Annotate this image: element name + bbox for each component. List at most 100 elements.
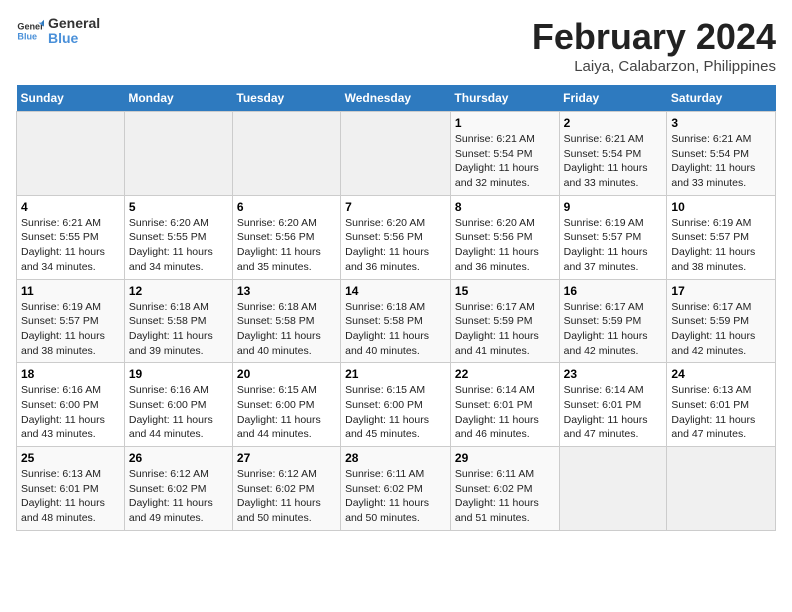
day-number: 28 (345, 451, 446, 465)
calendar-cell: 13 Sunrise: 6:18 AM Sunset: 5:58 PM Dayli… (232, 279, 340, 363)
calendar-cell: 12 Sunrise: 6:18 AM Sunset: 5:58 PM Dayli… (124, 279, 232, 363)
calendar-cell: 2 Sunrise: 6:21 AM Sunset: 5:54 PM Daylig… (559, 112, 667, 196)
calendar-cell (124, 112, 232, 196)
day-info: Sunrise: 6:12 AM Sunset: 6:02 PM Dayligh… (129, 467, 228, 526)
calendar-cell: 15 Sunrise: 6:17 AM Sunset: 5:59 PM Dayli… (450, 279, 559, 363)
day-number: 27 (237, 451, 336, 465)
calendar-cell: 20 Sunrise: 6:15 AM Sunset: 6:00 PM Dayli… (232, 363, 340, 447)
day-info: Sunrise: 6:17 AM Sunset: 5:59 PM Dayligh… (671, 300, 771, 359)
logo: General Blue General Blue (16, 16, 100, 47)
subtitle: Laiya, Calabarzon, Philippines (532, 58, 776, 75)
calendar-cell: 5 Sunrise: 6:20 AM Sunset: 5:55 PM Daylig… (124, 195, 232, 279)
day-number: 17 (671, 284, 771, 298)
day-header-wednesday: Wednesday (341, 85, 451, 112)
logo-icon: General Blue (16, 17, 44, 45)
day-info: Sunrise: 6:16 AM Sunset: 6:00 PM Dayligh… (21, 383, 120, 442)
day-number: 13 (237, 284, 336, 298)
day-info: Sunrise: 6:20 AM Sunset: 5:56 PM Dayligh… (237, 216, 336, 275)
calendar-table: SundayMondayTuesdayWednesdayThursdayFrid… (16, 85, 776, 531)
day-number: 29 (455, 451, 555, 465)
day-number: 18 (21, 367, 120, 381)
day-info: Sunrise: 6:13 AM Sunset: 6:01 PM Dayligh… (671, 383, 771, 442)
day-number: 5 (129, 200, 228, 214)
calendar-cell (559, 447, 667, 531)
calendar-cell: 14 Sunrise: 6:18 AM Sunset: 5:58 PM Dayli… (341, 279, 451, 363)
day-info: Sunrise: 6:18 AM Sunset: 5:58 PM Dayligh… (237, 300, 336, 359)
header-row: SundayMondayTuesdayWednesdayThursdayFrid… (17, 85, 776, 112)
day-info: Sunrise: 6:19 AM Sunset: 5:57 PM Dayligh… (671, 216, 771, 275)
day-number: 12 (129, 284, 228, 298)
week-row-4: 18 Sunrise: 6:16 AM Sunset: 6:00 PM Dayli… (17, 363, 776, 447)
calendar-cell: 23 Sunrise: 6:14 AM Sunset: 6:01 PM Dayli… (559, 363, 667, 447)
day-info: Sunrise: 6:20 AM Sunset: 5:56 PM Dayligh… (455, 216, 555, 275)
calendar-cell: 25 Sunrise: 6:13 AM Sunset: 6:01 PM Dayli… (17, 447, 125, 531)
logo-line2: Blue (48, 31, 100, 46)
calendar-cell: 9 Sunrise: 6:19 AM Sunset: 5:57 PM Daylig… (559, 195, 667, 279)
calendar-cell: 1Sunrise: 6:21 AM Sunset: 5:54 PM Daylig… (450, 112, 559, 196)
week-row-1: 1 Sunrise: 6:21 AM Sunset: 5:54 PM Daylig… (17, 112, 776, 196)
day-number: 23 (564, 367, 663, 381)
day-info: Sunrise: 6:12 AM Sunset: 6:02 PM Dayligh… (237, 467, 336, 526)
calendar-cell (341, 112, 451, 196)
day-number: 16 (564, 284, 663, 298)
day-header-saturday: Saturday (667, 85, 776, 112)
day-number: 3 (671, 116, 771, 130)
day-number: 1 (455, 116, 555, 130)
day-info: Sunrise: 6:21 AM Sunset: 5:54 PM Dayligh… (564, 132, 663, 191)
calendar-cell: 4Sunrise: 6:21 AM Sunset: 5:55 PM Daylig… (17, 195, 125, 279)
header: General Blue General Blue February 2024 … (16, 16, 776, 75)
day-number: 11 (21, 284, 120, 298)
week-row-3: 11Sunrise: 6:19 AM Sunset: 5:57 PM Dayli… (17, 279, 776, 363)
title-area: February 2024 Laiya, Calabarzon, Philipp… (532, 16, 776, 75)
svg-text:Blue: Blue (17, 32, 37, 42)
calendar-cell: 26 Sunrise: 6:12 AM Sunset: 6:02 PM Dayli… (124, 447, 232, 531)
calendar-cell: 6Sunrise: 6:20 AM Sunset: 5:56 PM Daylig… (232, 195, 340, 279)
day-info: Sunrise: 6:17 AM Sunset: 5:59 PM Dayligh… (455, 300, 555, 359)
week-row-5: 25 Sunrise: 6:13 AM Sunset: 6:01 PM Dayli… (17, 447, 776, 531)
main-title: February 2024 (532, 16, 776, 58)
day-info: Sunrise: 6:17 AM Sunset: 5:59 PM Dayligh… (564, 300, 663, 359)
day-info: Sunrise: 6:13 AM Sunset: 6:01 PM Dayligh… (21, 467, 120, 526)
day-info: Sunrise: 6:15 AM Sunset: 6:00 PM Dayligh… (345, 383, 446, 442)
calendar-cell: 7 Sunrise: 6:20 AM Sunset: 5:56 PM Daylig… (341, 195, 451, 279)
day-header-monday: Monday (124, 85, 232, 112)
day-header-tuesday: Tuesday (232, 85, 340, 112)
day-info: Sunrise: 6:15 AM Sunset: 6:00 PM Dayligh… (237, 383, 336, 442)
day-header-thursday: Thursday (450, 85, 559, 112)
week-row-2: 4Sunrise: 6:21 AM Sunset: 5:55 PM Daylig… (17, 195, 776, 279)
day-number: 26 (129, 451, 228, 465)
day-number: 2 (564, 116, 663, 130)
day-number: 8 (455, 200, 555, 214)
day-number: 25 (21, 451, 120, 465)
day-info: Sunrise: 6:11 AM Sunset: 6:02 PM Dayligh… (345, 467, 446, 526)
calendar-cell: 18 Sunrise: 6:16 AM Sunset: 6:00 PM Dayli… (17, 363, 125, 447)
day-info: Sunrise: 6:20 AM Sunset: 5:56 PM Dayligh… (345, 216, 446, 275)
day-number: 22 (455, 367, 555, 381)
day-info: Sunrise: 6:18 AM Sunset: 5:58 PM Dayligh… (129, 300, 228, 359)
calendar-cell: 10 Sunrise: 6:19 AM Sunset: 5:57 PM Dayli… (667, 195, 776, 279)
day-header-friday: Friday (559, 85, 667, 112)
day-number: 14 (345, 284, 446, 298)
day-info: Sunrise: 6:16 AM Sunset: 6:00 PM Dayligh… (129, 383, 228, 442)
calendar-cell (667, 447, 776, 531)
day-info: Sunrise: 6:18 AM Sunset: 5:58 PM Dayligh… (345, 300, 446, 359)
day-number: 7 (345, 200, 446, 214)
calendar-cell: 27 Sunrise: 6:12 AM Sunset: 6:02 PM Dayli… (232, 447, 340, 531)
day-info: Sunrise: 6:11 AM Sunset: 6:02 PM Dayligh… (455, 467, 555, 526)
day-number: 20 (237, 367, 336, 381)
day-number: 9 (564, 200, 663, 214)
day-number: 15 (455, 284, 555, 298)
day-number: 10 (671, 200, 771, 214)
day-info: Sunrise: 6:20 AM Sunset: 5:55 PM Dayligh… (129, 216, 228, 275)
calendar-cell (17, 112, 125, 196)
day-number: 24 (671, 367, 771, 381)
day-number: 4 (21, 200, 120, 214)
calendar-cell: 21Sunrise: 6:15 AM Sunset: 6:00 PM Dayli… (341, 363, 451, 447)
day-info: Sunrise: 6:19 AM Sunset: 5:57 PM Dayligh… (564, 216, 663, 275)
day-info: Sunrise: 6:14 AM Sunset: 6:01 PM Dayligh… (564, 383, 663, 442)
calendar-cell (232, 112, 340, 196)
day-info: Sunrise: 6:21 AM Sunset: 5:54 PM Dayligh… (671, 132, 771, 191)
day-info: Sunrise: 6:14 AM Sunset: 6:01 PM Dayligh… (455, 383, 555, 442)
calendar-cell: 16 Sunrise: 6:17 AM Sunset: 5:59 PM Dayli… (559, 279, 667, 363)
calendar-cell: 22 Sunrise: 6:14 AM Sunset: 6:01 PM Dayli… (450, 363, 559, 447)
